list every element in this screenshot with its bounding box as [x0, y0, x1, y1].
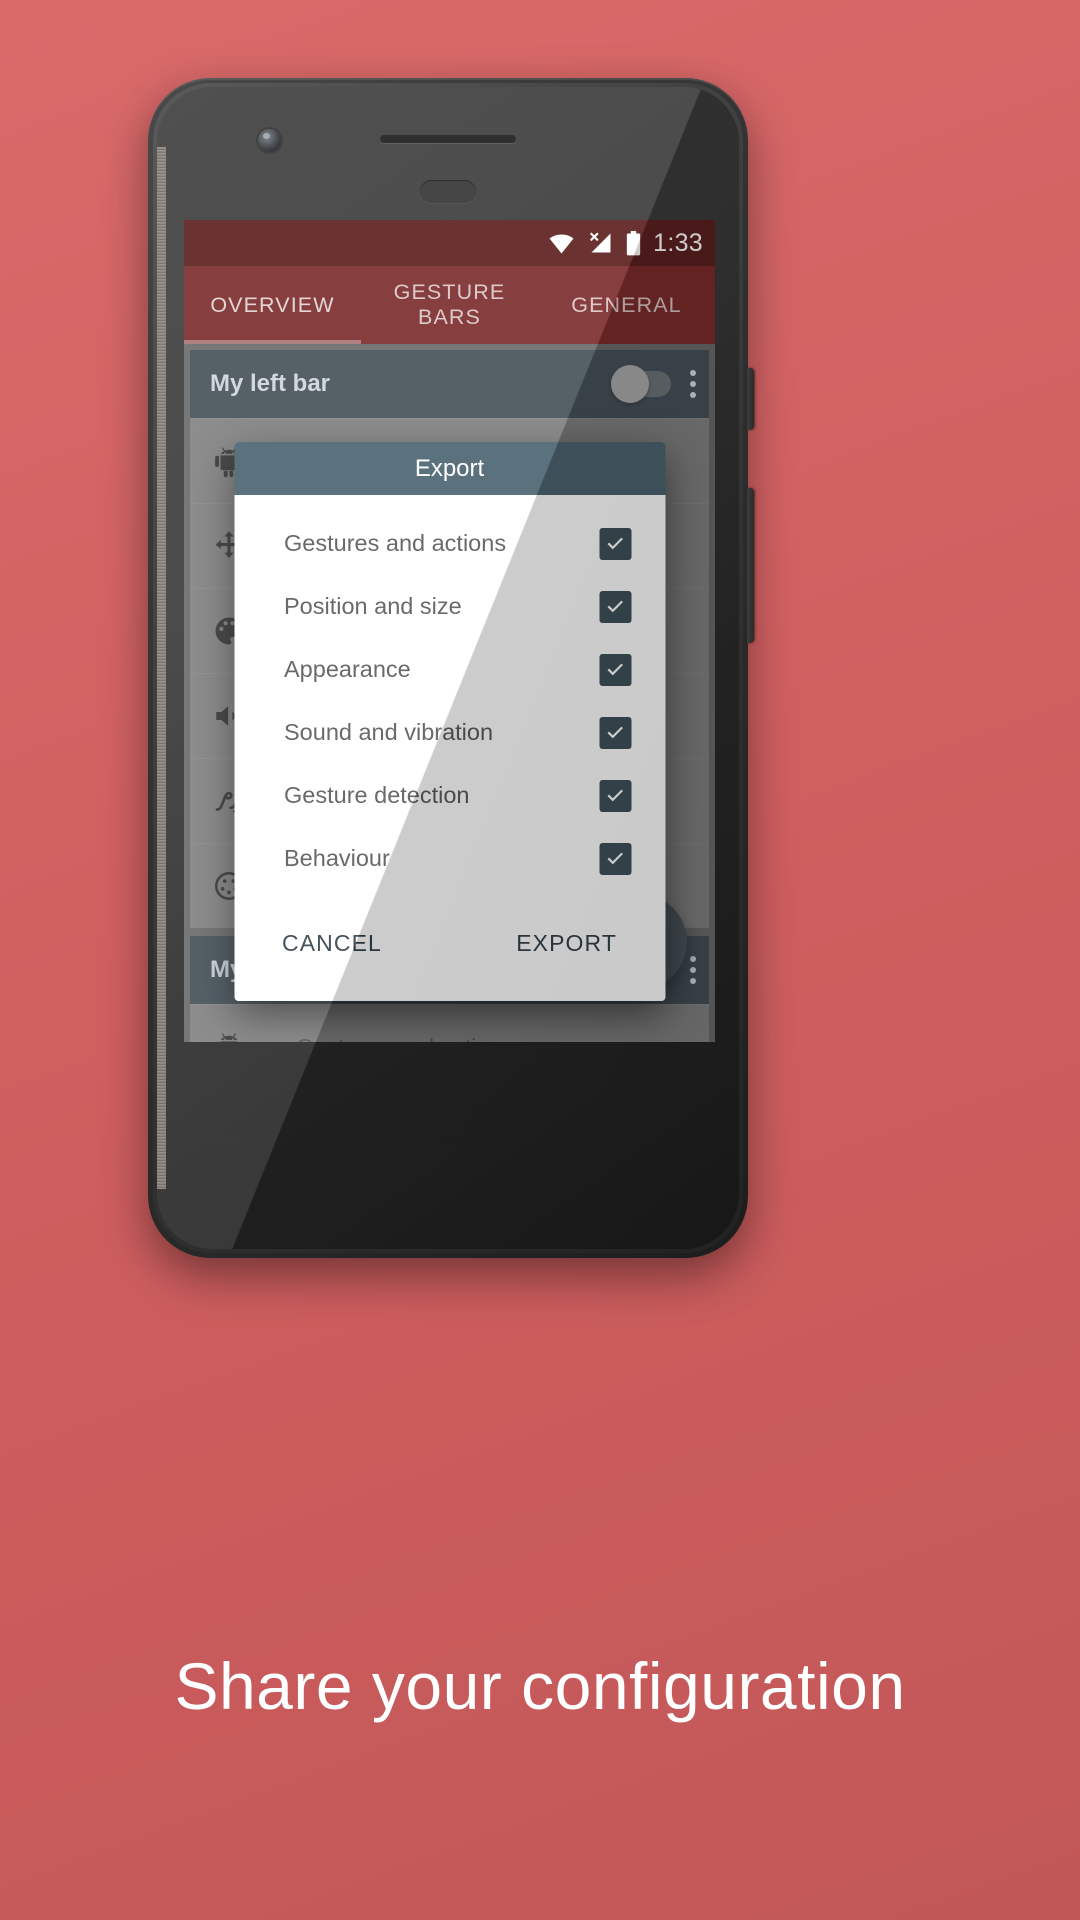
- dialog-option-row[interactable]: Sound and vibration: [234, 701, 665, 764]
- wifi-icon: [548, 233, 575, 254]
- phone-screen: 1:33 OVERVIEW GESTURE BARS GENERAL My le…: [184, 220, 715, 1042]
- dialog-actions: CANCEL EXPORT: [234, 898, 665, 1001]
- dialog-option-label: Behaviour: [284, 845, 390, 871]
- status-bar-clock: 1:33: [653, 228, 703, 257]
- tab-overview[interactable]: OVERVIEW: [184, 293, 361, 318]
- dialog-option-label: Gesture detection: [284, 782, 470, 808]
- status-bar: 1:33: [184, 220, 715, 266]
- power-button[interactable]: [747, 368, 754, 430]
- signal-no-sim-icon: [587, 232, 614, 254]
- check-icon: [607, 663, 623, 675]
- promo-caption: Share your configuration: [174, 1649, 906, 1723]
- proximity-sensor: [420, 180, 476, 203]
- tab-gesture-bars[interactable]: GESTURE BARS: [361, 280, 538, 330]
- check-icon: [607, 600, 623, 612]
- export-button[interactable]: EXPORT: [516, 930, 617, 957]
- phone-bezel: 1:33 OVERVIEW GESTURE BARS GENERAL My le…: [153, 83, 743, 1253]
- check-icon: [607, 852, 623, 864]
- check-icon: [607, 726, 623, 738]
- battery-icon: [626, 230, 641, 256]
- dialog-options-list: Gestures and actions Position and size A…: [234, 495, 665, 898]
- dialog-header: Export: [234, 442, 665, 495]
- dialog-title: Export: [414, 454, 485, 482]
- dialog-option-label: Sound and vibration: [284, 719, 494, 745]
- checkbox-gesture-detection[interactable]: [599, 779, 631, 812]
- tab-general[interactable]: GENERAL: [538, 293, 715, 318]
- checkbox-position-and-size[interactable]: [599, 590, 631, 623]
- check-icon: [607, 789, 623, 801]
- device-left-edge: [157, 147, 166, 1189]
- dialog-option-row[interactable]: Position and size: [234, 575, 665, 638]
- checkbox-sound-and-vibration[interactable]: [599, 716, 631, 749]
- earpiece-speaker: [380, 135, 516, 143]
- check-icon: [607, 537, 623, 549]
- phone-device: 1:33 OVERVIEW GESTURE BARS GENERAL My le…: [148, 78, 754, 1258]
- dialog-option-row[interactable]: Gestures and actions: [234, 512, 665, 575]
- tab-bar: OVERVIEW GESTURE BARS GENERAL: [184, 266, 715, 344]
- dialog-option-label: Appearance: [284, 656, 411, 682]
- dialog-option-row[interactable]: Behaviour: [234, 827, 665, 890]
- dialog-option-label: Position and size: [284, 593, 462, 619]
- volume-button[interactable]: [747, 488, 754, 643]
- front-camera-icon: [258, 129, 281, 152]
- cancel-button[interactable]: CANCEL: [282, 930, 382, 957]
- checkbox-gestures-and-actions[interactable]: [599, 527, 631, 560]
- checkbox-appearance[interactable]: [599, 653, 631, 686]
- phone-front-face: 1:33 OVERVIEW GESTURE BARS GENERAL My le…: [157, 87, 739, 1249]
- export-dialog: Export Gestures and actions Position and…: [234, 442, 665, 1001]
- dialog-option-row[interactable]: Appearance: [234, 638, 665, 701]
- dialog-option-label: Gestures and actions: [284, 530, 507, 556]
- dialog-option-row[interactable]: Gesture detection: [234, 764, 665, 827]
- checkbox-behaviour[interactable]: [599, 842, 631, 875]
